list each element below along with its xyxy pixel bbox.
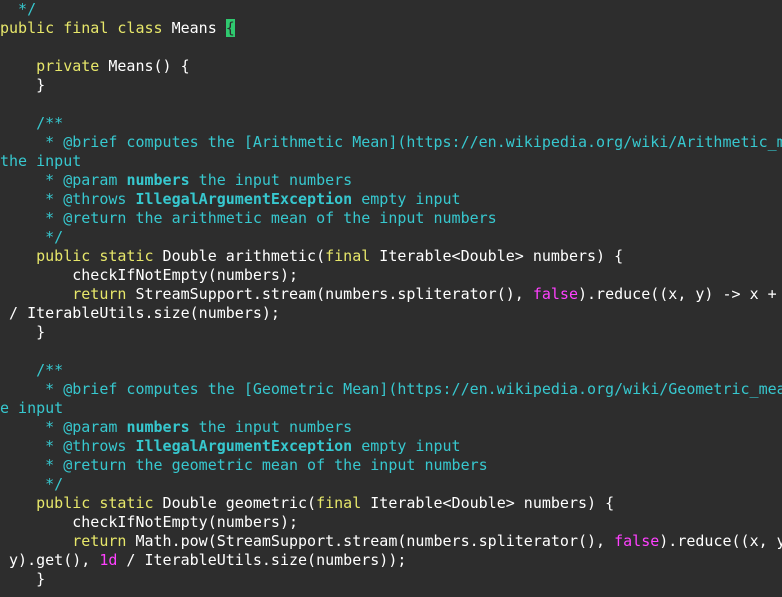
code-line: public static Double geometric(final Ite… <box>0 494 614 513</box>
literal-token: false <box>532 285 578 303</box>
code-line: /** <box>0 361 63 380</box>
comment-token: * @return the geometric mean of the inpu… <box>0 456 488 474</box>
comment-token: the input <box>0 152 82 170</box>
code-line: } <box>0 323 45 342</box>
literal-token: false <box>614 532 660 550</box>
keyword-token: final <box>316 494 362 512</box>
doc-tag-token: numbers <box>126 418 190 436</box>
code-token: Means <box>162 19 226 37</box>
code-token: y).get(), <box>0 551 100 569</box>
code-line: * @throws IllegalArgumentException empty… <box>0 190 461 209</box>
text-cursor: { <box>225 19 235 37</box>
comment-token: * @param <box>0 171 127 189</box>
code-token: Double arithmetic( <box>153 247 326 265</box>
comment-token: empty input <box>352 190 461 208</box>
comment-token: */ <box>0 228 64 246</box>
keyword-token: return <box>72 285 127 303</box>
comment-token: * @brief computes the [Geometric Mean](h… <box>0 380 782 398</box>
code-line: y).get(), 1d / IterableUtils.size(number… <box>0 551 406 570</box>
code-line: * @return the geometric mean of the inpu… <box>0 456 488 475</box>
comment-token: /** <box>0 361 64 379</box>
code-token: Double geometric( <box>153 494 317 512</box>
code-token: } <box>0 323 46 341</box>
code-line: * @param numbers the input numbers <box>0 171 352 190</box>
code-line: return StreamSupport.stream(numbers.spli… <box>0 285 782 304</box>
comment-token: */ <box>0 0 37 18</box>
literal-token: 1d <box>99 551 118 569</box>
code-line: * @brief computes the [Arithmetic Mean](… <box>0 133 782 152</box>
code-token: } <box>0 76 46 94</box>
code-line: public final class Means { <box>0 19 235 38</box>
keyword-token: return <box>72 532 127 550</box>
comment-token: empty input <box>352 437 461 455</box>
comment-token: * @throws <box>0 190 136 208</box>
code-token: Iterable<Double> numbers) { <box>370 247 624 265</box>
comment-token: * @return the arithmetic mean of the inp… <box>0 209 497 227</box>
comment-token: * @brief computes the [Arithmetic Mean](… <box>0 133 782 151</box>
code-token: } <box>0 570 46 588</box>
code-line: * @param numbers the input numbers <box>0 418 352 437</box>
keyword-token: public static <box>36 247 154 265</box>
code-token: ).reduce((x, y) -> x * <box>659 532 782 550</box>
code-token: checkIfNotEmpty(numbers); <box>0 266 299 284</box>
code-line: * @throws IllegalArgumentException empty… <box>0 437 461 456</box>
code-token: StreamSupport.stream(numbers.spliterator… <box>126 285 533 303</box>
code-line: /** <box>0 114 63 133</box>
code-line: e input <box>0 399 63 418</box>
comment-token: * @param <box>0 418 127 436</box>
code-line: * @brief computes the [Geometric Mean](h… <box>0 380 782 399</box>
code-token: Iterable<Double> numbers) { <box>361 494 615 512</box>
comment-token: the input numbers <box>189 171 353 189</box>
code-token: / IterableUtils.size(numbers)); <box>117 551 407 569</box>
code-line: checkIfNotEmpty(numbers); <box>0 266 298 285</box>
keyword-token: public static <box>36 494 154 512</box>
code-line: */ <box>0 475 63 494</box>
comment-token: /** <box>0 114 64 132</box>
code-line: */ <box>0 0 36 19</box>
code-editor[interactable]: */public final class Means { private Mea… <box>0 0 782 597</box>
code-line: } <box>0 76 45 95</box>
code-line: } <box>0 570 45 589</box>
comment-token: * @throws <box>0 437 136 455</box>
code-line: return Math.pow(StreamSupport.stream(num… <box>0 532 782 551</box>
doc-tag-token: IllegalArgumentException <box>135 437 353 455</box>
code-token: Means() { <box>99 57 190 75</box>
doc-tag-token: numbers <box>126 171 190 189</box>
code-line: the input <box>0 152 81 171</box>
code-line: public static Double arithmetic(final It… <box>0 247 623 266</box>
doc-tag-token: IllegalArgumentException <box>135 190 353 208</box>
code-line: checkIfNotEmpty(numbers); <box>0 513 298 532</box>
code-token: checkIfNotEmpty(numbers); <box>0 513 299 531</box>
code-token: Math.pow(StreamSupport.stream(numbers.sp… <box>126 532 615 550</box>
comment-token: */ <box>0 475 64 493</box>
code-line: / IterableUtils.size(numbers); <box>0 304 280 323</box>
code-line: private Means() { <box>0 57 190 76</box>
comment-token: e input <box>0 399 64 417</box>
code-token: ).reduce((x, y) -> x + y).get() <box>577 285 777 303</box>
keyword-token: final <box>325 247 371 265</box>
keyword-token: public final class <box>0 19 163 37</box>
keyword-token: private <box>36 57 100 75</box>
comment-token: the input numbers <box>189 418 353 436</box>
code-line: */ <box>0 228 63 247</box>
code-line: * @return the arithmetic mean of the inp… <box>0 209 497 228</box>
code-token: / IterableUtils.size(numbers); <box>0 304 280 322</box>
